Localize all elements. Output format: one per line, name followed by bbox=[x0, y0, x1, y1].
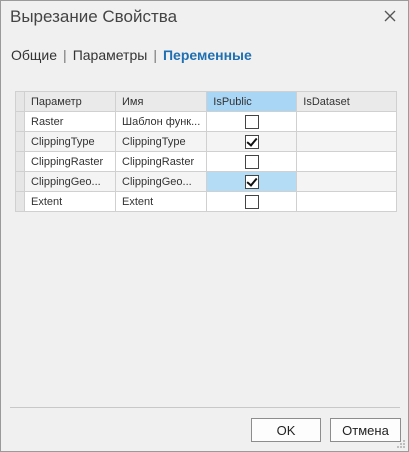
cell-isdataset[interactable] bbox=[296, 191, 397, 212]
ispublic-checkbox[interactable] bbox=[244, 114, 259, 129]
cell-ispublic-selected[interactable] bbox=[206, 171, 298, 192]
resize-grip-icon[interactable] bbox=[396, 439, 406, 449]
cell-name[interactable]: Extent bbox=[114, 191, 208, 212]
ispublic-checkbox[interactable] bbox=[244, 174, 259, 189]
cell-parameter[interactable]: ClippingRaster bbox=[24, 151, 116, 172]
ispublic-checkbox[interactable] bbox=[244, 134, 259, 149]
close-icon[interactable] bbox=[380, 6, 400, 26]
cell-name[interactable]: ClippingRaster bbox=[114, 151, 208, 172]
cell-parameter[interactable]: Extent bbox=[24, 191, 116, 212]
row-header-corner bbox=[15, 91, 25, 112]
tab-separator: | bbox=[63, 47, 67, 63]
tab-general[interactable]: Общие bbox=[11, 47, 57, 63]
ispublic-checkbox[interactable] bbox=[244, 154, 259, 169]
cell-ispublic[interactable] bbox=[206, 191, 298, 212]
cell-ispublic[interactable] bbox=[206, 131, 298, 152]
row-header[interactable] bbox=[15, 131, 25, 152]
tab-bar: Общие | Параметры | Переменные bbox=[11, 47, 252, 63]
column-header-parameter[interactable]: Параметр bbox=[24, 91, 116, 112]
column-header-name[interactable]: Имя bbox=[114, 91, 208, 112]
row-header[interactable] bbox=[15, 191, 25, 212]
cell-isdataset[interactable] bbox=[296, 151, 397, 172]
cell-parameter[interactable]: Raster bbox=[24, 111, 116, 132]
table-row[interactable]: Raster Шаблон функ... bbox=[15, 111, 397, 132]
column-header-isdataset[interactable]: IsDataset bbox=[296, 91, 397, 112]
cell-isdataset[interactable] bbox=[296, 171, 397, 192]
cell-parameter[interactable]: ClippingGeo... bbox=[24, 171, 116, 192]
cell-ispublic[interactable] bbox=[206, 111, 298, 132]
properties-dialog: Вырезание Свойства Общие | Параметры | П… bbox=[0, 0, 409, 452]
cell-name[interactable]: Шаблон функ... bbox=[114, 111, 208, 132]
table-row[interactable]: ClippingGeo... ClippingGeo... bbox=[15, 171, 397, 192]
row-header[interactable] bbox=[15, 171, 25, 192]
cell-isdataset[interactable] bbox=[296, 111, 397, 132]
dialog-title: Вырезание Свойства bbox=[10, 7, 178, 26]
ispublic-checkbox[interactable] bbox=[244, 194, 259, 209]
tab-variables[interactable]: Переменные bbox=[163, 47, 252, 63]
cell-name[interactable]: ClippingType bbox=[114, 131, 208, 152]
title-bar[interactable]: Вырезание Свойства bbox=[1, 1, 408, 37]
table-row[interactable]: ClippingRaster ClippingRaster bbox=[15, 151, 397, 172]
cell-parameter[interactable]: ClippingType bbox=[24, 131, 116, 152]
variables-table: Параметр Имя IsPublic IsDataset Raster Ш… bbox=[15, 91, 397, 212]
footer-divider bbox=[10, 407, 400, 408]
tab-parameters[interactable]: Параметры bbox=[73, 47, 148, 63]
tab-separator: | bbox=[153, 47, 157, 63]
cancel-button[interactable]: Отмена bbox=[330, 418, 401, 442]
table-header-row: Параметр Имя IsPublic IsDataset bbox=[15, 91, 397, 112]
row-header[interactable] bbox=[15, 151, 25, 172]
table-row[interactable]: ClippingType ClippingType bbox=[15, 131, 397, 152]
table-row[interactable]: Extent Extent bbox=[15, 191, 397, 212]
ok-button[interactable]: OK bbox=[251, 418, 321, 442]
cell-ispublic[interactable] bbox=[206, 151, 298, 172]
cell-isdataset[interactable] bbox=[296, 131, 397, 152]
column-header-ispublic[interactable]: IsPublic bbox=[206, 91, 298, 112]
row-header[interactable] bbox=[15, 111, 25, 132]
cell-name[interactable]: ClippingGeo... bbox=[114, 171, 208, 192]
